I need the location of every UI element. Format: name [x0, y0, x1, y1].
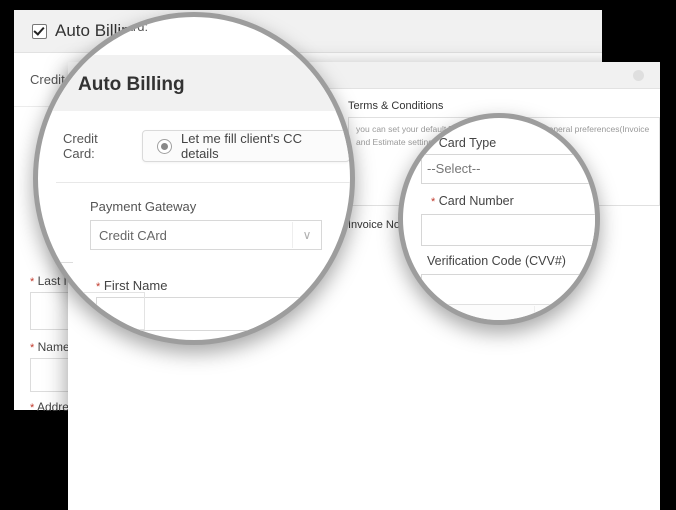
- mag-left-credit-card-row: Credit Card: Let me fill client's CC det…: [63, 130, 350, 162]
- screenshot-stage: Auto Billing Credit Card: Let client fil…: [0, 0, 676, 510]
- radio-selected-icon: [157, 138, 172, 154]
- mag-left-payment-gateway-label: Payment Gateway: [90, 199, 197, 214]
- mag-right-card-number-label: * Card Number: [431, 194, 514, 208]
- mag-right-card-type-label: * Card Type: [431, 136, 497, 150]
- required-marker: *: [30, 276, 35, 288]
- required-marker: *: [30, 342, 35, 354]
- mag-left-credit-card-label: Credit Card:: [63, 131, 98, 161]
- mag-right-card-type-value: --Select--: [427, 161, 481, 176]
- mag-right-cvv-input[interactable]: [421, 274, 595, 306]
- required-marker: *: [431, 196, 436, 208]
- mag-right-cvv-label: Verification Code (CVV#): [427, 254, 566, 268]
- mag-left-payment-gateway-value: Credit CArd: [99, 227, 167, 243]
- terms-label: Terms & Conditions: [348, 100, 444, 112]
- required-marker: *: [431, 138, 436, 150]
- collapse-toggle-icon[interactable]: [633, 69, 644, 81]
- mag-right-card-number-input[interactable]: [421, 214, 595, 246]
- mag-right-month-value: December: [403, 311, 440, 321]
- required-marker: *: [30, 402, 35, 414]
- magnifier-left-content: Credit Card: Auto Billing Credit Card: L…: [38, 17, 350, 340]
- magnifier-right-content: * Card Type --Select-- * Card Number Ver…: [403, 118, 595, 320]
- mag-left-title: Auto Billing: [78, 74, 185, 95]
- mag-left-radio-fill-client[interactable]: Let me fill client's CC details: [142, 130, 350, 162]
- mag-left-top-label: Credit Card:: [78, 19, 149, 34]
- mag-left-divider: [56, 182, 350, 183]
- mag-left-ghost-input: [63, 292, 145, 330]
- mag-left-payment-gateway-select[interactable]: Credit CArd ∨: [90, 220, 322, 250]
- chevron-down-icon: ∨: [292, 222, 321, 248]
- magnifier-right: * Card Type --Select-- * Card Number Ver…: [398, 113, 600, 325]
- mag-left-first-name-label: * First Name: [96, 278, 168, 293]
- mag-left-radio-label: Let me fill client's CC details: [181, 131, 302, 161]
- magnifier-left: Credit Card: Auto Billing Credit Card: L…: [33, 12, 355, 345]
